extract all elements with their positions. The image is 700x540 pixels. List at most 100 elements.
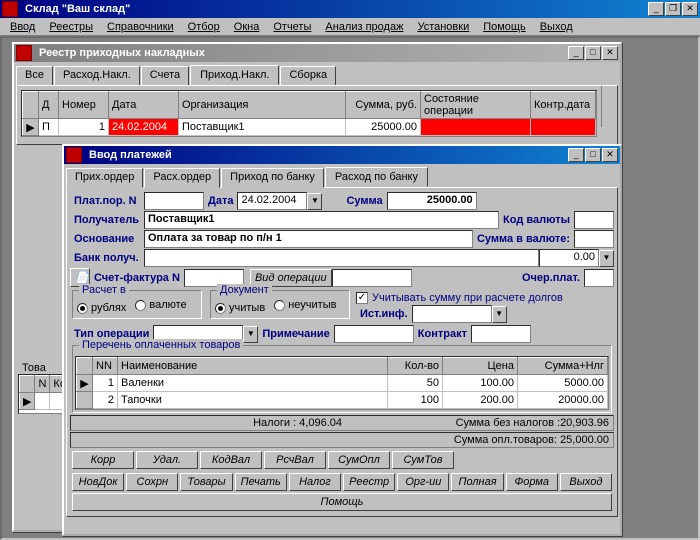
tab-sborka[interactable]: Сборка xyxy=(280,66,336,86)
sum-label: Сумма xyxy=(342,195,386,207)
menu-vvod[interactable]: Ввод xyxy=(4,20,41,34)
status-total: Сумма опл.товаров: 25,000.00 xyxy=(70,432,614,448)
menu-ustanovki[interactable]: Установки xyxy=(411,20,475,34)
registry-vscroll[interactable] xyxy=(601,86,617,127)
registry-grid[interactable]: Д Номер Дата Организация Сумма, руб. Сос… xyxy=(21,90,597,137)
contract-label: Контракт xyxy=(414,328,471,340)
minimize-button[interactable]: _ xyxy=(648,2,664,16)
menu-analiz[interactable]: Анализ продаж xyxy=(319,20,409,34)
btn-orgii[interactable]: Орг-ии xyxy=(397,473,449,491)
btn-sumtov[interactable]: СумТов xyxy=(392,451,454,469)
bank-label: Банк получ. xyxy=(70,252,144,264)
tab-prih-bank[interactable]: Приход по банку xyxy=(221,168,324,188)
istinf-dropdown[interactable]: ▼ xyxy=(492,306,507,323)
bank-input[interactable] xyxy=(144,249,539,267)
paidgoods-grid[interactable]: NN Наименование Кол-во Цена Сумма+Нлг ▶ … xyxy=(75,356,609,410)
istinf-label: Ист.инф. xyxy=(356,308,412,320)
platpor-label: Плат.пор. N xyxy=(70,195,144,207)
tab-rash-bank[interactable]: Расход по банку xyxy=(325,167,428,187)
goods-row[interactable]: 2 Тапочки 100 200.00 20000.00 xyxy=(77,392,608,409)
menu-otchety[interactable]: Отчеты xyxy=(267,20,317,34)
payments-tabs: Прих.ордер Расх.ордер Приход по банку Ра… xyxy=(66,167,620,187)
basis-input[interactable]: Оплата за товар по п/н 1 xyxy=(144,230,473,248)
btn-reestr[interactable]: Реестр xyxy=(343,473,395,491)
menu-sprav[interactable]: Справочники xyxy=(101,20,180,34)
menu-reestry[interactable]: Реестры xyxy=(43,20,99,34)
date-dropdown-icon[interactable]: ▼ xyxy=(307,193,322,210)
menu-otbor[interactable]: Отбор xyxy=(182,20,226,34)
tab-prihod[interactable]: Приход.Накл. xyxy=(190,65,279,85)
restore-button[interactable]: ❐ xyxy=(665,2,681,16)
ocher-input[interactable] xyxy=(584,269,614,287)
btn-sumopl[interactable]: СумОпл xyxy=(328,451,390,469)
menu-okna[interactable]: Окна xyxy=(228,20,266,34)
btn-nalog[interactable]: Налог xyxy=(289,473,341,491)
tipop-dropdown[interactable]: ▼ xyxy=(243,326,258,343)
zero-dropdown[interactable]: ▼ xyxy=(599,250,614,267)
btn-sohrn[interactable]: Сохрн xyxy=(126,473,178,491)
close-button[interactable]: ✕ xyxy=(682,2,698,16)
sum-curr-input[interactable] xyxy=(574,230,614,248)
goods-row[interactable]: ▶ 1 Валенки 50 100.00 5000.00 xyxy=(77,375,608,392)
registry-row[interactable]: ▶ П 1 24.02.2004 Поставщик1 25000.00 xyxy=(23,119,596,136)
btn-tovary[interactable]: Товары xyxy=(180,473,232,491)
btn-novdok[interactable]: НовДок xyxy=(72,473,124,491)
btn-pechat[interactable]: Печать xyxy=(235,473,287,491)
currency-code-input[interactable] xyxy=(574,211,614,229)
istinf-input[interactable] xyxy=(412,305,492,323)
reg-max-button[interactable]: □ xyxy=(585,46,601,60)
btn-polnaya[interactable]: Полная xyxy=(451,473,503,491)
registry-tabs: Все Расход.Накл. Счета Приход.Накл. Сбор… xyxy=(16,65,620,85)
tab-scheta[interactable]: Счета xyxy=(141,66,189,86)
tab-rash-order[interactable]: Расх.ордер xyxy=(144,168,220,188)
status-taxes: Налоги : 4,096.04 Сумма без налогов :20,… xyxy=(70,415,614,431)
btn-pomosh[interactable]: Помощь xyxy=(72,493,612,511)
radio-neuchit[interactable]: неучитыв xyxy=(274,299,336,311)
col-kdate[interactable]: Контр.дата xyxy=(531,92,596,119)
col-d[interactable]: Д xyxy=(39,92,59,119)
btn-rschval[interactable]: РсчВал xyxy=(264,451,326,469)
tab-vse[interactable]: Все xyxy=(16,66,53,86)
col-nomer[interactable]: Номер xyxy=(59,92,109,119)
date-input[interactable]: 24.02.2004 xyxy=(237,192,307,210)
menu-help[interactable]: Помощь xyxy=(477,20,532,34)
reg-min-button[interactable]: _ xyxy=(568,46,584,60)
col-sum[interactable]: Сумма, руб. xyxy=(346,92,421,119)
pay-min-button[interactable]: _ xyxy=(568,148,584,162)
radio-val[interactable]: валюте xyxy=(135,299,186,311)
sum-input[interactable]: 25000.00 xyxy=(387,192,477,210)
platpor-input[interactable] xyxy=(144,192,204,210)
radio-rub[interactable]: рублях xyxy=(77,302,126,314)
checkbox-icon[interactable] xyxy=(356,292,368,304)
note-input[interactable] xyxy=(334,325,414,343)
btn-forma[interactable]: Форма xyxy=(506,473,558,491)
zero-input[interactable]: 0.00 xyxy=(539,249,599,267)
recipient-input[interactable]: Поставщик1 xyxy=(144,211,499,229)
pay-close-button[interactable]: ✕ xyxy=(602,148,618,162)
ocher-label: Очер.плат. xyxy=(518,272,584,284)
app-icon xyxy=(2,1,18,17)
btn-vyhod[interactable]: Выход xyxy=(560,473,612,491)
reg-close-button[interactable]: ✕ xyxy=(602,46,618,60)
menu-exit[interactable]: Выход xyxy=(534,20,579,34)
check-sum-debt[interactable]: Учитывать сумму при расчете долгов xyxy=(356,292,614,304)
pay-max-button[interactable]: □ xyxy=(585,148,601,162)
calc-groupbox: Расчет в рублях валюте xyxy=(72,290,202,319)
doc-groupbox: Документ учитыв неучитыв xyxy=(210,290,350,319)
tab-rashod[interactable]: Расход.Накл. xyxy=(54,66,140,86)
registry-titlebar: Реестр приходных накладных _ □ ✕ xyxy=(14,44,620,62)
payments-icon xyxy=(66,147,82,163)
contract-input[interactable] xyxy=(471,325,531,343)
btn-korr[interactable]: Корр xyxy=(72,451,134,469)
btn-kodval[interactable]: КодВал xyxy=(200,451,262,469)
radio-uchit[interactable]: учитыв xyxy=(215,302,265,314)
col-org[interactable]: Организация xyxy=(179,92,346,119)
col-data[interactable]: Дата xyxy=(109,92,179,119)
col-state[interactable]: Состояние операции xyxy=(421,92,531,119)
btn-udal[interactable]: Удал. xyxy=(136,451,198,469)
app-title: Склад "Ваш склад" xyxy=(21,3,648,15)
app-titlebar: Склад "Ваш склад" _ ❐ ✕ xyxy=(0,0,700,18)
tab-prih-order[interactable]: Прих.ордер xyxy=(66,168,143,188)
date-label: Дата xyxy=(204,195,237,207)
optype-input[interactable] xyxy=(332,269,412,287)
